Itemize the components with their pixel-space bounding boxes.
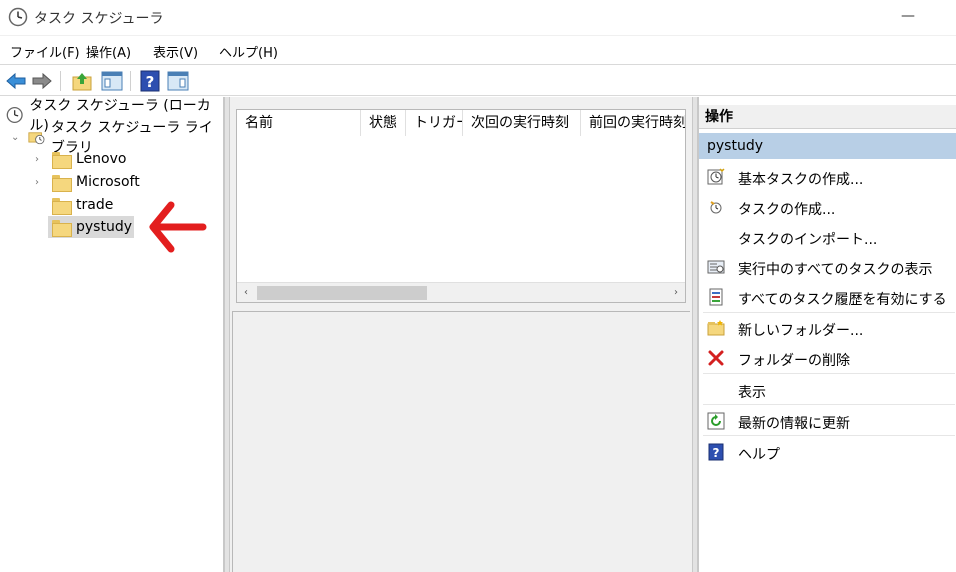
tree-item-label: Lenovo	[76, 151, 127, 167]
annotation-arrow	[149, 201, 207, 253]
column-header-name[interactable]: 名前	[237, 110, 361, 136]
svg-text:?: ?	[146, 73, 155, 91]
tree-item-label: trade	[76, 197, 114, 213]
forward-arrow-icon[interactable]	[30, 69, 54, 93]
basic-task-icon	[707, 168, 725, 185]
minimize-button[interactable]: —	[896, 4, 920, 28]
actions-pane: 操作 pystudy 基本タスクの作成... タスクの作成... タスクのインポ…	[698, 97, 956, 572]
actions-divider	[703, 435, 955, 436]
column-header-trigger[interactable]: トリガー	[406, 110, 463, 136]
chevron-right-icon[interactable]: ›	[35, 177, 39, 188]
actions-header: 操作	[699, 105, 956, 129]
tree-item-microsoft[interactable]: Microsoft	[52, 171, 140, 193]
action-refresh[interactable]: 最新の情報に更新	[699, 407, 956, 435]
actions-divider	[703, 312, 955, 313]
console-tree-pane: タスク スケジューラ (ローカル) ⌄ タスク スケジューラ ライブラリ › L…	[0, 97, 224, 572]
action-pane-icon[interactable]	[166, 69, 190, 93]
tree-item-label: pystudy	[76, 219, 132, 235]
action-label: タスクの作成...	[738, 202, 836, 218]
console-tree-icon[interactable]	[100, 69, 124, 93]
actions-divider	[703, 373, 955, 374]
tree-item-trade[interactable]: trade	[52, 194, 113, 216]
scroll-right-icon[interactable]: ›	[667, 283, 685, 303]
action-label: 新しいフォルダー...	[738, 323, 864, 339]
action-label: すべてのタスク履歴を有効にする	[738, 292, 947, 308]
action-new-folder[interactable]: 新しいフォルダー...	[699, 314, 956, 342]
folder-icon	[52, 219, 72, 237]
folder-icon	[52, 174, 72, 192]
action-label: 表示	[738, 385, 766, 401]
scroll-left-icon[interactable]: ‹	[237, 283, 255, 303]
scrollbar-thumb[interactable]	[257, 286, 427, 300]
menu-file[interactable]: ファイル(F)	[10, 42, 80, 61]
help-icon: ?	[708, 443, 724, 461]
task-detail-area	[232, 311, 690, 572]
actions-divider	[703, 404, 955, 405]
toolbar: ?	[0, 64, 956, 96]
tree-item-pystudy[interactable]: pystudy	[48, 216, 134, 238]
action-label: ヘルプ	[738, 447, 780, 463]
action-delete-folder[interactable]: フォルダーの削除	[699, 344, 956, 372]
tree-item-label: Microsoft	[76, 174, 140, 190]
action-view[interactable]: 表示	[699, 376, 956, 404]
chevron-right-icon[interactable]: ›	[35, 154, 39, 165]
refresh-icon	[707, 412, 725, 430]
action-label: フォルダーの削除	[738, 353, 850, 369]
tree-item-lenovo[interactable]: Lenovo	[52, 148, 126, 170]
folder-icon	[52, 151, 72, 169]
actions-section-pystudy[interactable]: pystudy	[699, 133, 956, 159]
toolbar-separator	[130, 71, 131, 91]
task-list[interactable]: 名前 状態 トリガー 次回の実行時刻 前回の実行時刻 ‹ ›	[236, 109, 686, 303]
action-import-task[interactable]: タスクのインポート...	[699, 223, 956, 251]
action-enable-task-history[interactable]: すべてのタスク履歴を有効にする	[699, 283, 956, 311]
help-icon[interactable]: ?	[138, 69, 162, 93]
task-history-icon	[709, 288, 723, 306]
window-title: タスク スケジューラ	[34, 11, 164, 27]
delete-x-icon	[708, 350, 724, 366]
new-folder-icon	[707, 320, 725, 336]
horizontal-scrollbar[interactable]: ‹ ›	[237, 282, 685, 302]
menu-help[interactable]: ヘルプ(H)	[219, 42, 278, 61]
column-header-status[interactable]: 状態	[361, 110, 406, 136]
action-create-basic-task[interactable]: 基本タスクの作成...	[699, 163, 956, 191]
clock-icon	[6, 106, 23, 124]
menu-bar: ファイル(F) 操作(A) 表示(V) ヘルプ(H)	[0, 35, 956, 63]
action-label: 最新の情報に更新	[738, 416, 850, 432]
toolbar-separator	[60, 71, 61, 91]
library-folder-icon	[28, 132, 45, 145]
action-show-running-tasks[interactable]: 実行中のすべてのタスクの表示	[699, 253, 956, 281]
action-create-task[interactable]: タスクの作成...	[699, 193, 956, 221]
action-label: 実行中のすべてのタスクの表示	[738, 262, 933, 278]
action-label: 基本タスクの作成...	[738, 172, 864, 188]
results-pane: 名前 状態 トリガー 次回の実行時刻 前回の実行時刻 ‹ ›	[230, 97, 692, 572]
clock-app-icon	[8, 7, 28, 27]
menu-view[interactable]: 表示(V)	[153, 42, 198, 61]
folder-up-icon[interactable]	[70, 69, 94, 93]
svg-text:?: ?	[713, 446, 720, 460]
running-tasks-icon	[707, 260, 725, 274]
column-header-next-run[interactable]: 次回の実行時刻	[463, 110, 581, 136]
tree-library[interactable]: タスク スケジューラ ライブラリ	[28, 120, 223, 156]
menu-action[interactable]: 操作(A)	[86, 42, 131, 61]
action-label: タスクのインポート...	[738, 232, 878, 248]
title-bar: タスク スケジューラ —	[0, 0, 956, 34]
column-header-last-run[interactable]: 前回の実行時刻	[581, 110, 685, 136]
back-arrow-icon[interactable]	[4, 69, 28, 93]
create-task-icon	[710, 201, 722, 214]
folder-icon	[52, 197, 72, 215]
action-help[interactable]: ? ヘルプ	[699, 438, 956, 466]
chevron-down-icon[interactable]: ⌄	[11, 132, 19, 143]
